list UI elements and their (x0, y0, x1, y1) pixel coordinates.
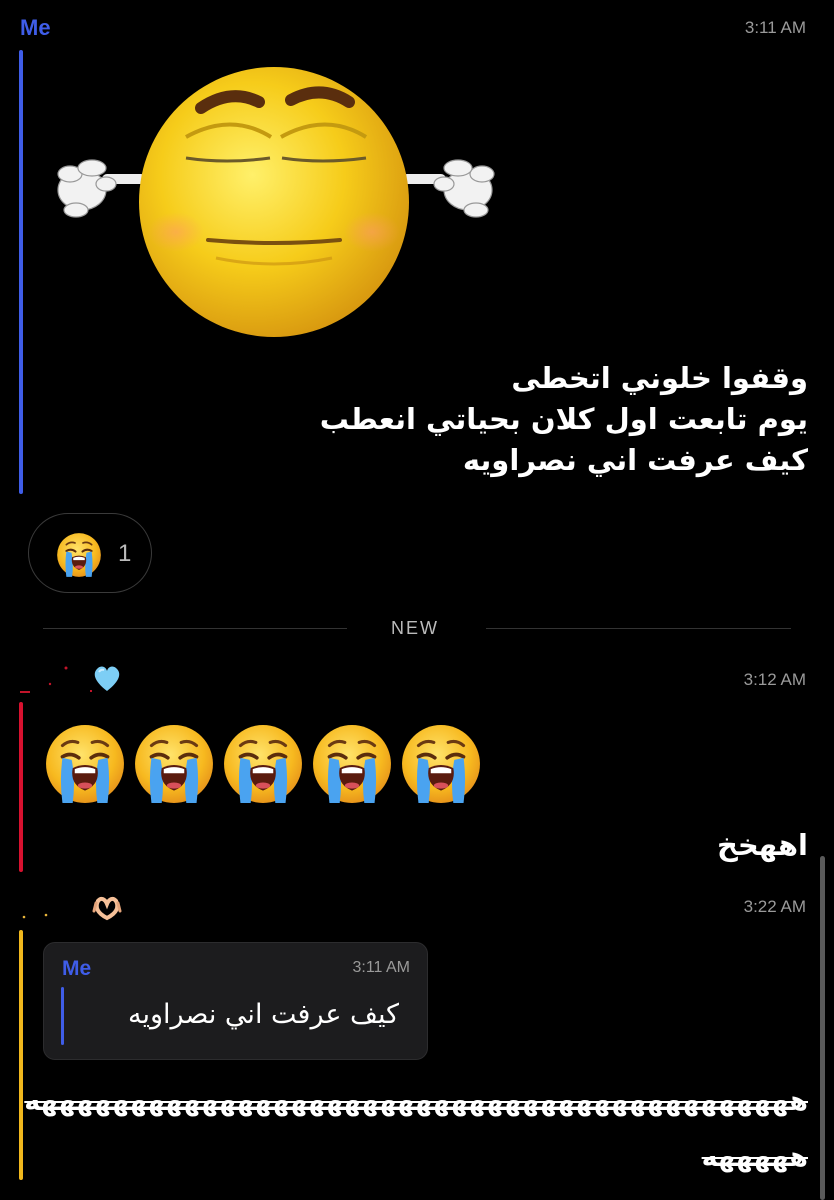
message-timestamp: 3:12 AM (743, 670, 806, 689)
sender-name-redacted[interactable] (20, 664, 92, 694)
light-blue-heart-icon (94, 666, 120, 691)
loudly-crying-face-icon (133, 723, 215, 805)
message-text: وقفوا خلوني اتخطى يوم تابعت اول كلان بحي… (320, 358, 808, 481)
message-accent-bar-third (19, 930, 23, 1180)
scrollbar[interactable] (820, 856, 825, 1200)
message-accent-bar-other (19, 702, 23, 872)
reaction-count: 1 (118, 540, 132, 567)
quoted-timestamp: 3:11 AM (352, 959, 410, 976)
message-line: وقفوا خلوني اتخطى (511, 361, 808, 395)
message-text-line: هههههههههههههههههههههههههههههههههههههههه… (24, 1086, 808, 1117)
loudly-crying-face-icon (56, 532, 102, 578)
loudly-crying-face-icon (400, 723, 482, 805)
message-text: اههخخ (717, 828, 808, 862)
quoted-accent-bar (61, 987, 64, 1045)
new-messages-divider: NEW (391, 618, 439, 638)
message-timestamp: 3:11 AM (744, 18, 806, 37)
heart-hands-icon (92, 896, 122, 921)
quoted-message[interactable]: Me 3:11 AM كيف عرفت اني نصراويه (43, 942, 428, 1060)
loudly-crying-face-icon (44, 723, 126, 805)
message-text-line: هههههه (701, 1142, 808, 1173)
quoted-text: كيف عرفت اني نصراويه (127, 999, 399, 1030)
ear-covering-emoji-sticker[interactable] (36, 62, 516, 342)
sender-name-me[interactable]: Me (20, 15, 51, 41)
quoted-sender-name: Me (62, 957, 92, 980)
message-accent-bar-me (19, 50, 23, 494)
chat-screen: Me 3:11 AM وقفوا خلوني اتخطى يوم تابعت ا… (0, 0, 834, 1200)
message-line: يوم تابعت اول كلان بحياتي انعطب (319, 402, 808, 436)
divider-line-left (43, 628, 347, 629)
message-timestamp: 3:22 AM (743, 897, 806, 916)
divider-line-right (486, 628, 791, 629)
message-line: كيف عرفت اني نصراويه (462, 443, 808, 477)
loudly-crying-face-icon (222, 723, 304, 805)
loudly-crying-face-icon (311, 723, 393, 805)
sender-name-redacted[interactable] (20, 905, 80, 923)
